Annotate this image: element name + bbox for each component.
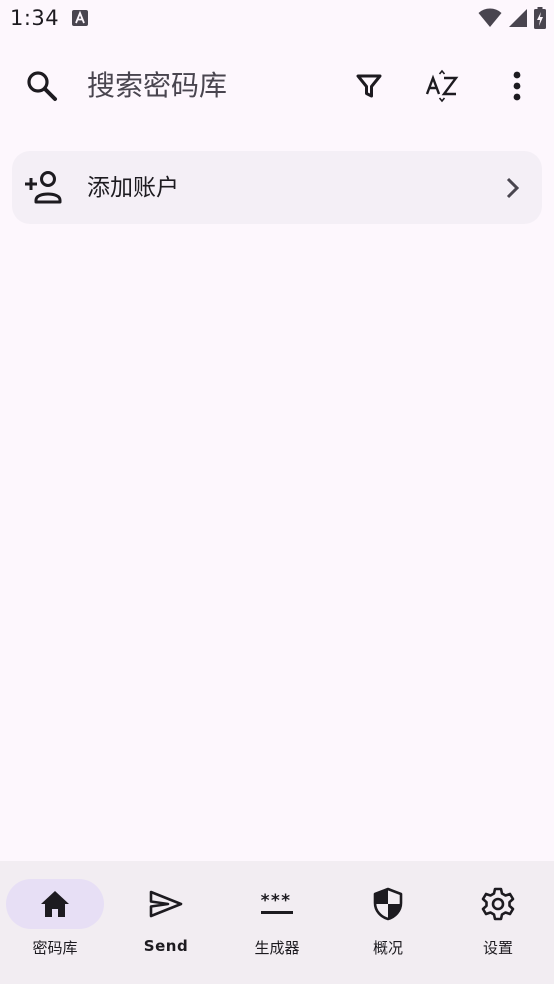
status-bar: 1:34: [0, 0, 554, 38]
nav-item-vault[interactable]: 密码库: [6, 861, 116, 984]
search-icon[interactable]: [24, 68, 60, 104]
search-toolbar: 搜索密码库: [0, 52, 554, 120]
status-indicators: [478, 7, 546, 33]
nav-label-generator: 生成器: [254, 939, 300, 957]
filter-icon[interactable]: [349, 66, 389, 106]
nav-label-vault: 密码库: [32, 939, 78, 957]
sort-az-icon[interactable]: [422, 66, 462, 106]
nav-label-settings: 设置: [482, 939, 513, 957]
home-icon: [6, 887, 104, 921]
nav-label-send: Send: [143, 937, 189, 955]
search-input[interactable]: 搜索密码库: [87, 68, 227, 104]
nav-item-settings[interactable]: 设置: [443, 861, 553, 984]
more-vert-icon[interactable]: [497, 66, 537, 106]
status-time: 1:34: [10, 6, 60, 30]
svg-text:***: ***: [260, 891, 291, 911]
add-account-label: 添加账户: [87, 175, 179, 201]
person-add-icon: [24, 170, 62, 204]
gear-icon: [443, 887, 553, 921]
wifi-icon: [478, 8, 502, 32]
nav-item-send[interactable]: Send: [111, 861, 221, 984]
shield-icon: [333, 887, 443, 921]
generator-icon: ***: [222, 887, 332, 921]
notification-a-icon: [72, 10, 88, 26]
nav-item-overview[interactable]: 概况: [333, 861, 443, 984]
send-icon: [111, 887, 221, 921]
bottom-navigation: 密码库 Send *** 生成器 概况 设置: [0, 861, 554, 984]
battery-charging-icon: [534, 7, 546, 33]
nav-label-overview: 概况: [372, 939, 403, 957]
chevron-right-icon: [504, 176, 522, 200]
add-account-button[interactable]: 添加账户: [12, 151, 542, 224]
signal-icon: [508, 8, 528, 32]
nav-item-generator[interactable]: *** 生成器: [222, 861, 332, 984]
